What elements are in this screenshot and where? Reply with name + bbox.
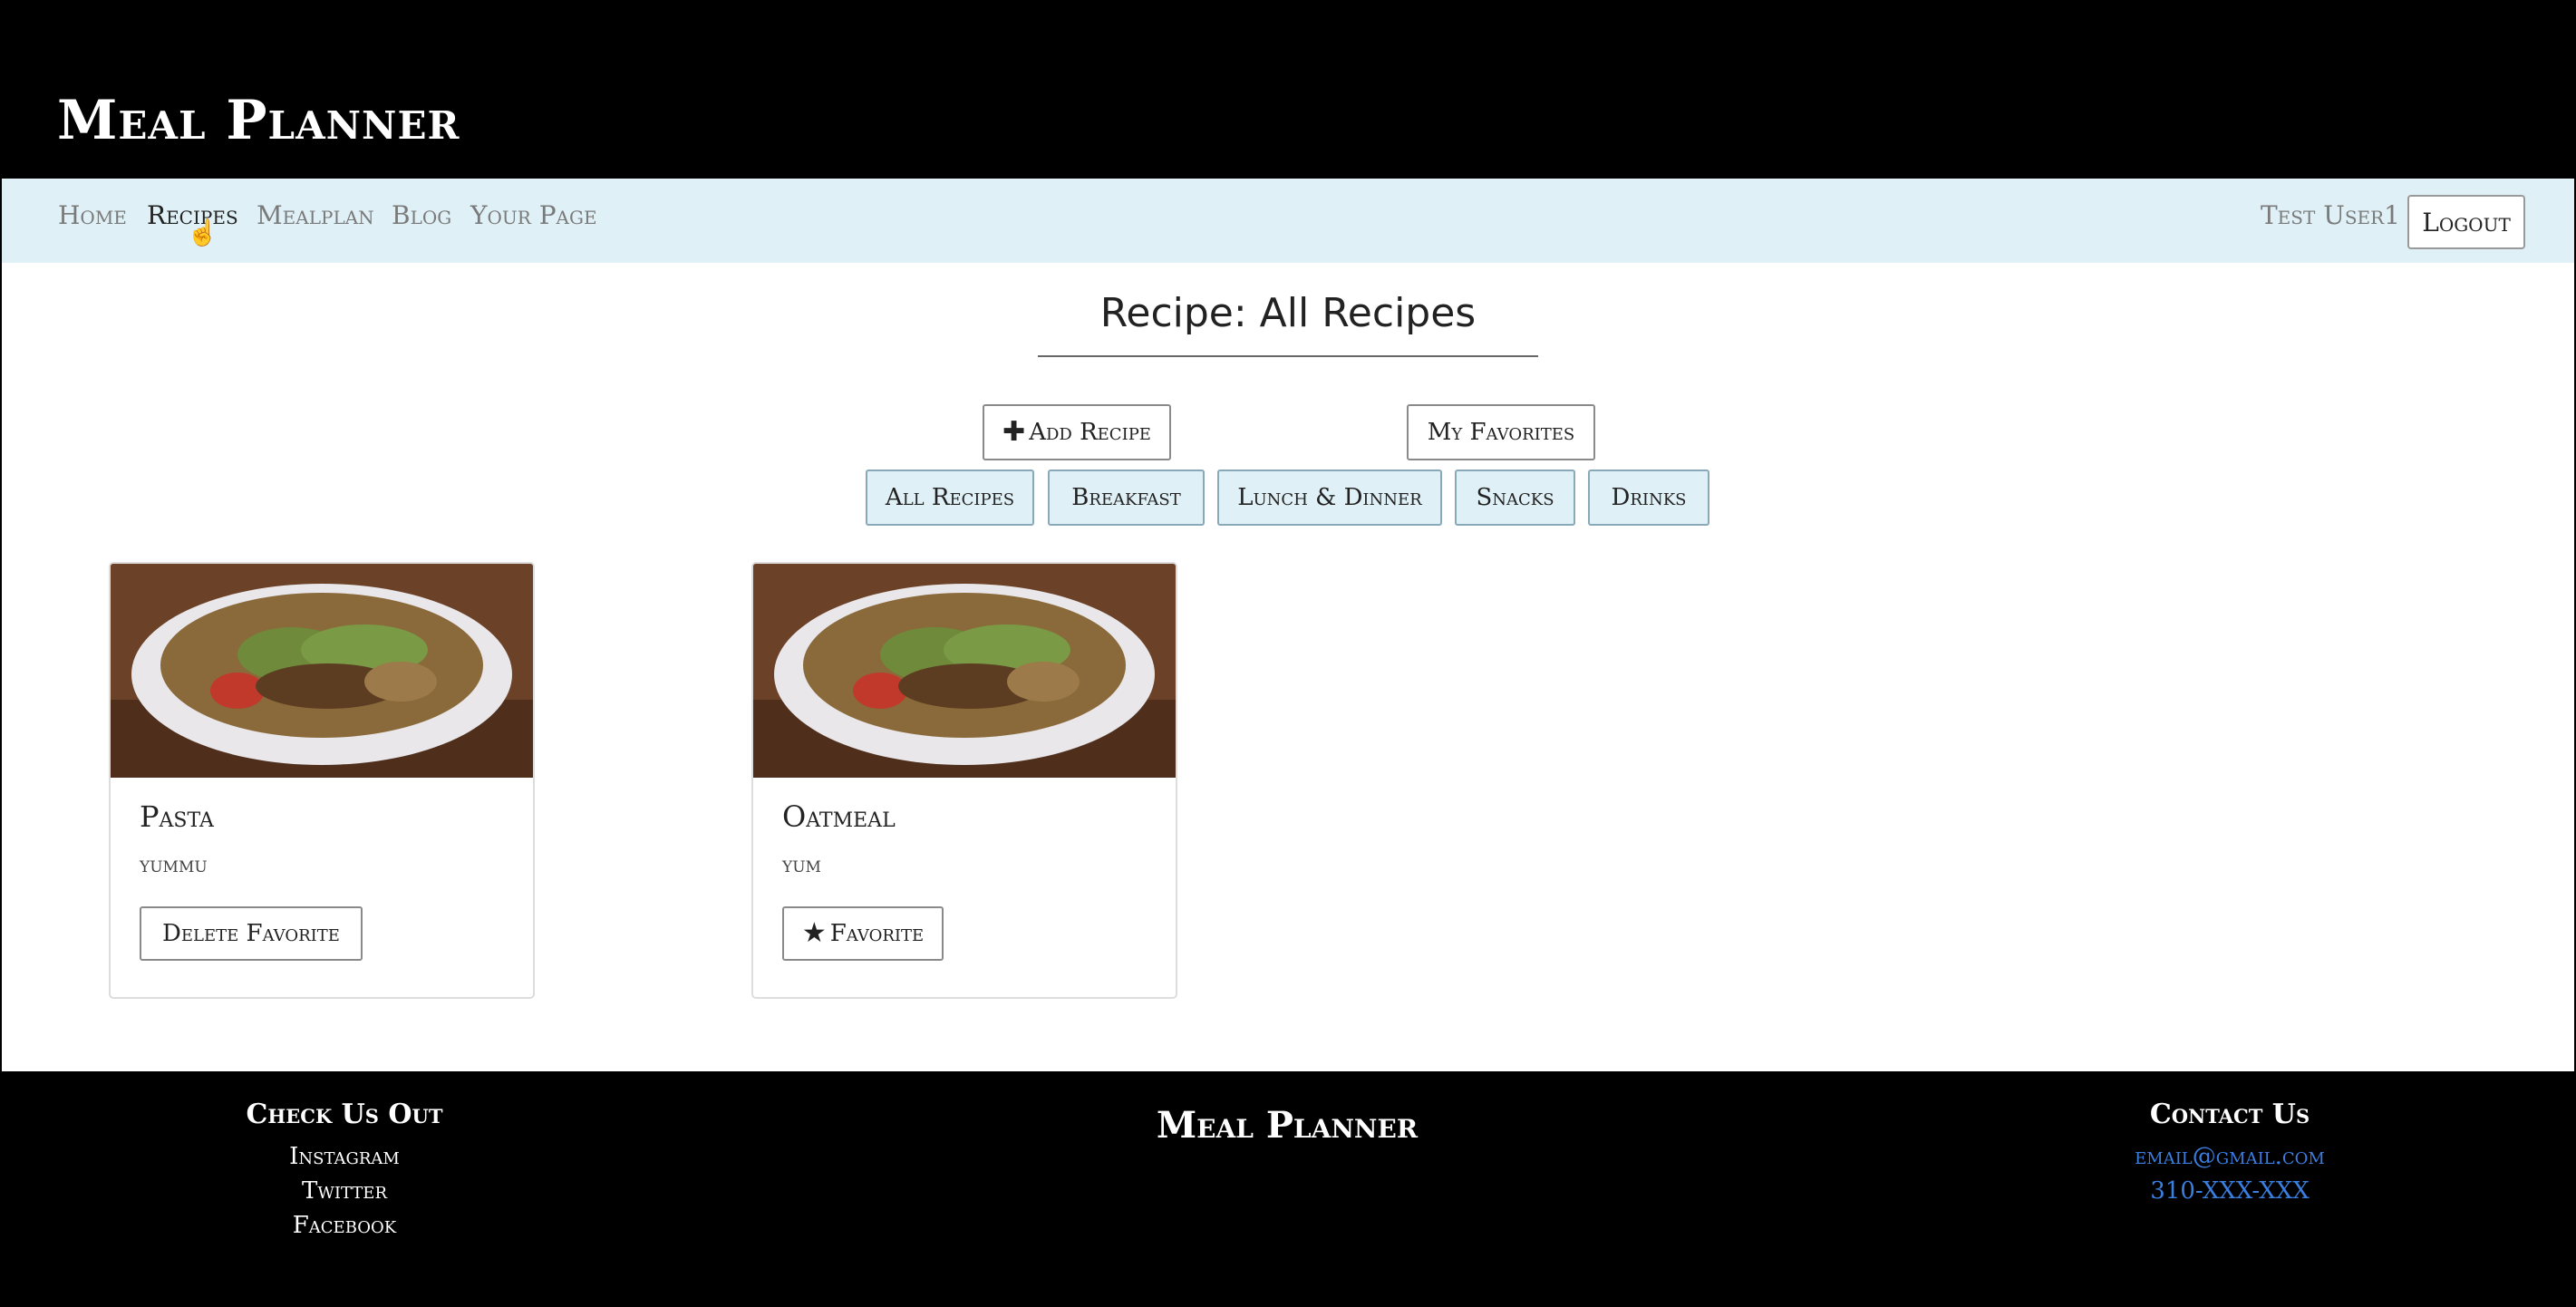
- filter-breakfast[interactable]: Breakfast: [1048, 470, 1205, 526]
- filter-snacks[interactable]: Snacks: [1455, 470, 1575, 526]
- site-title[interactable]: Meal Planner: [57, 89, 460, 152]
- footer-contact: Contact Us email@gmail.com 310-XXX-XXX: [2094, 1099, 2366, 1205]
- recipe-image: [111, 564, 533, 778]
- recipe-title[interactable]: Oatmeal: [782, 799, 896, 834]
- nav-home[interactable]: Home: [58, 200, 127, 230]
- instagram-link[interactable]: Instagram: [208, 1143, 480, 1170]
- nav-your-page[interactable]: Your Page: [470, 200, 597, 230]
- filter-all-recipes[interactable]: All Recipes: [866, 470, 1034, 526]
- twitter-link[interactable]: Twitter: [208, 1177, 480, 1205]
- main-content: Recipe: All Recipes ✚ Add Recipe My Favo…: [2, 263, 2574, 1071]
- site-header: Meal Planner: [0, 0, 2576, 179]
- my-favorites-button[interactable]: My Favorites: [1407, 404, 1595, 460]
- filter-drinks[interactable]: Drinks: [1588, 470, 1709, 526]
- recipe-card: Pasta yummu Delete Favorite: [109, 562, 535, 999]
- favorite-label: Favorite: [829, 920, 925, 947]
- delete-favorite-button[interactable]: Delete Favorite: [140, 906, 363, 961]
- facebook-link[interactable]: Facebook: [208, 1212, 480, 1239]
- recipe-description: yummu: [140, 852, 208, 877]
- footer-social-heading: Check Us Out: [246, 1099, 443, 1130]
- filter-lunch-dinner[interactable]: Lunch & Dinner: [1217, 470, 1442, 526]
- favorite-button[interactable]: ★ Favorite: [782, 906, 944, 961]
- user-name[interactable]: Test User1: [2261, 200, 2400, 230]
- page-title: Recipe: All Recipes: [1099, 290, 1477, 336]
- site-footer: Check Us Out Instagram Twitter Facebook …: [0, 1071, 2576, 1307]
- recipe-card: Oatmeal yum ★ Favorite: [751, 562, 1177, 999]
- recipe-image: [753, 564, 1176, 778]
- logout-button[interactable]: Logout: [2407, 195, 2525, 249]
- phone-link[interactable]: 310-XXX-XXX: [2094, 1177, 2366, 1205]
- hand-cursor-icon: ☝: [187, 218, 218, 247]
- add-recipe-button[interactable]: ✚ Add Recipe: [983, 404, 1171, 460]
- email-link[interactable]: email@gmail.com: [2094, 1143, 2366, 1170]
- footer-social: Check Us Out Instagram Twitter Facebook: [208, 1099, 480, 1239]
- main-nav: Home Recipes Mealplan Blog Your Page ☝ T…: [2, 179, 2574, 263]
- title-divider: [1038, 355, 1538, 357]
- plus-icon: ✚: [1002, 416, 1026, 448]
- nav-blog[interactable]: Blog: [392, 200, 451, 230]
- footer-brand: Meal Planner: [1156, 1104, 1419, 1147]
- footer-contact-heading: Contact Us: [2149, 1099, 2310, 1130]
- nav-mealplan[interactable]: Mealplan: [257, 200, 374, 230]
- add-recipe-label: Add Recipe: [1029, 419, 1151, 446]
- star-icon: ★: [801, 917, 827, 949]
- recipe-description: yum: [782, 852, 821, 877]
- recipe-title[interactable]: Pasta: [140, 799, 214, 834]
